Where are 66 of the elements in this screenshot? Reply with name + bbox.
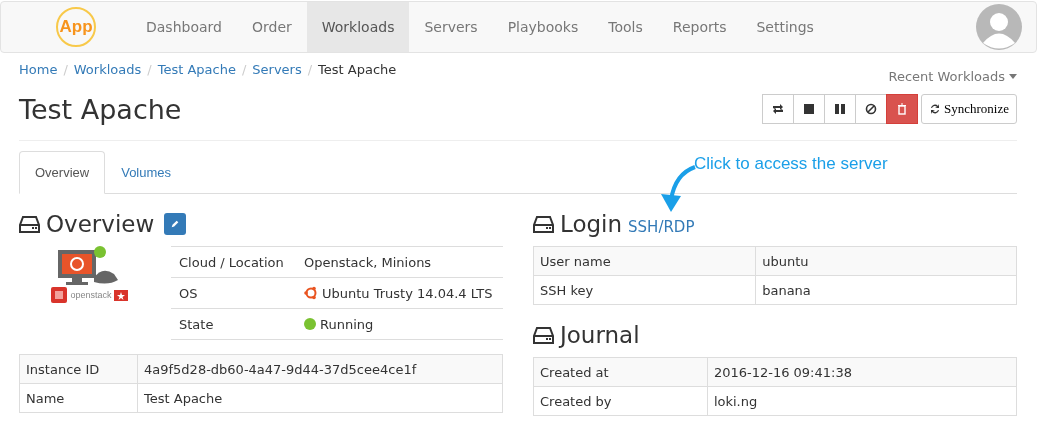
breadcrumb-link[interactable]: Home: [19, 62, 58, 77]
table-cell: Created by: [533, 386, 708, 416]
breadcrumb-separator: /: [307, 62, 313, 77]
breadcrumb-link[interactable]: Servers: [252, 62, 302, 77]
breadcrumb-separator: /: [147, 62, 152, 77]
table-cell: State: [171, 308, 296, 340]
caret-icon: [1009, 73, 1017, 79]
table-cell: Test Apache: [137, 383, 503, 413]
page-title: Test Apache: [19, 93, 182, 125]
logo-text: openstack: [70, 290, 112, 300]
table-cell: banana: [755, 275, 1017, 305]
breadcrumb-link[interactable]: Test Apache: [157, 62, 236, 77]
breadcrumb-separator: /: [241, 62, 247, 77]
table-cell: User name: [533, 246, 756, 276]
detail-value: Ubuntu Trusty 14.04.4 LTS: [322, 285, 493, 301]
breadcrumb-separator: /: [63, 62, 68, 77]
ban-button[interactable]: [855, 94, 887, 124]
refresh-icon: [929, 103, 941, 115]
table-cell: Instance ID: [19, 354, 138, 384]
synchronize-button[interactable]: Synchronize: [921, 94, 1017, 124]
table-cell: loki.ng: [707, 386, 1017, 416]
breadcrumb-link[interactable]: Workloads: [73, 62, 142, 77]
repeat-icon: [772, 103, 784, 115]
detail-value: Running: [320, 316, 374, 332]
table-cell: SSH key: [533, 275, 756, 305]
nav-link[interactable]: Settings: [741, 2, 829, 52]
table-cell: Created at: [533, 357, 708, 387]
computer-drawing: [58, 246, 120, 286]
section-heading: Journal: [560, 322, 640, 348]
trash-icon: [896, 103, 908, 115]
table-cell: ubuntu: [755, 246, 1017, 276]
stop-icon: [803, 103, 815, 115]
breadcrumb-current: Test Apache: [318, 62, 397, 77]
nav-link[interactable]: Playbooks: [492, 2, 594, 52]
flag-icon: [113, 289, 128, 301]
table-cell: Name: [19, 383, 138, 413]
tab[interactable]: Volumes: [105, 151, 188, 194]
nav-link[interactable]: Reports: [657, 2, 742, 52]
section-heading: Login: [560, 211, 623, 237]
openstack-logo-icon: [50, 286, 69, 304]
table-cell: 4a9f5d28-db60-4a47-9d44-37d5cee4ce1f: [137, 354, 503, 384]
annotation-text: Click to access the server: [694, 154, 888, 174]
drive-icon: [533, 215, 554, 233]
nav-link[interactable]: Dashboard: [131, 2, 237, 52]
table-cell: OS: [171, 277, 296, 309]
detail-value: Openstack, Minions: [304, 254, 432, 270]
nav-link[interactable]: Tools: [593, 2, 658, 52]
ssh-rdp-link[interactable]: SSH/RDP: [628, 218, 695, 236]
drive-icon: [19, 215, 40, 233]
edit-button[interactable]: [164, 213, 187, 235]
ubuntu-icon: [304, 286, 318, 300]
nav-link[interactable]: Order: [236, 2, 307, 52]
section-heading: Overview: [46, 211, 155, 237]
pause-button[interactable]: [824, 94, 856, 124]
nav-link[interactable]: Servers: [409, 2, 493, 52]
repeat-button[interactable]: [762, 94, 794, 124]
pause-icon: [834, 103, 846, 115]
stop-button[interactable]: [793, 94, 825, 124]
ban-icon: [865, 103, 877, 115]
table-cell: Cloud / Location: [171, 246, 296, 278]
nav-link[interactable]: Workloads: [306, 2, 410, 52]
pencil-icon: [170, 218, 181, 230]
table-cell: 2016-12-16 09:41:38: [707, 357, 1017, 387]
drive-icon: [533, 326, 554, 344]
recent-workloads-menu[interactable]: Recent Workloads: [888, 68, 1017, 84]
tab[interactable]: Overview: [19, 151, 106, 194]
